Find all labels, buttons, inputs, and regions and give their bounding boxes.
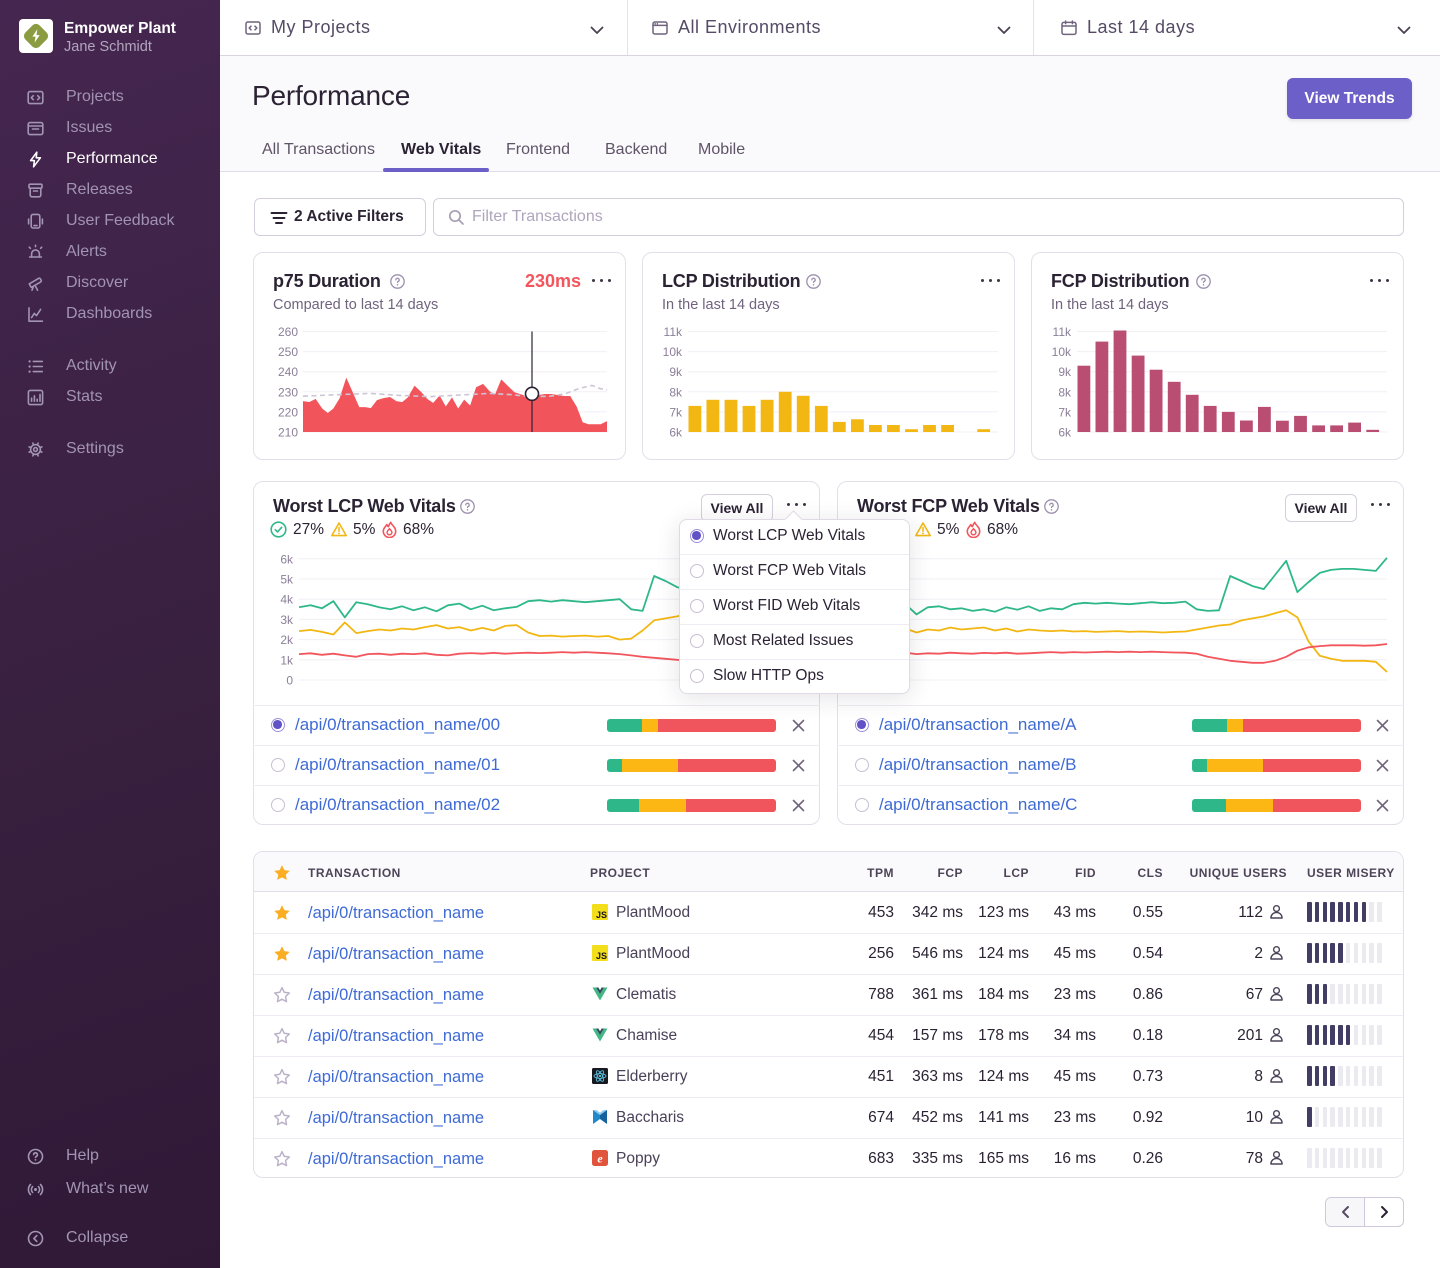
svg-text:e: e: [597, 1152, 603, 1166]
svg-text:11k: 11k: [664, 325, 683, 339]
svg-text:6k: 6k: [1058, 426, 1072, 440]
svg-text:JS: JS: [596, 951, 607, 961]
svg-text:2k: 2k: [280, 633, 294, 647]
svg-text:230: 230: [278, 385, 298, 399]
svg-text:220: 220: [278, 405, 298, 419]
svg-text:0: 0: [286, 674, 293, 688]
svg-text:210: 210: [278, 426, 298, 440]
svg-text:7k: 7k: [1058, 405, 1072, 419]
svg-text:9k: 9k: [669, 365, 683, 379]
svg-text:240: 240: [278, 365, 298, 379]
svg-text:JS: JS: [596, 910, 607, 920]
svg-text:7k: 7k: [669, 405, 683, 419]
svg-text:10k: 10k: [1052, 345, 1072, 359]
svg-text:9k: 9k: [1058, 365, 1072, 379]
svg-text:10k: 10k: [663, 345, 683, 359]
svg-text:8k: 8k: [1058, 385, 1072, 399]
svg-text:11k: 11k: [1053, 325, 1072, 339]
svg-text:1k: 1k: [280, 653, 294, 667]
svg-text:6k: 6k: [280, 552, 294, 566]
svg-text:6k: 6k: [669, 426, 683, 440]
svg-text:4k: 4k: [280, 593, 294, 607]
svg-text:8k: 8k: [669, 385, 683, 399]
svg-text:260: 260: [278, 325, 298, 339]
svg-text:3k: 3k: [280, 613, 294, 627]
svg-text:5k: 5k: [280, 573, 294, 587]
svg-text:250: 250: [278, 345, 298, 359]
